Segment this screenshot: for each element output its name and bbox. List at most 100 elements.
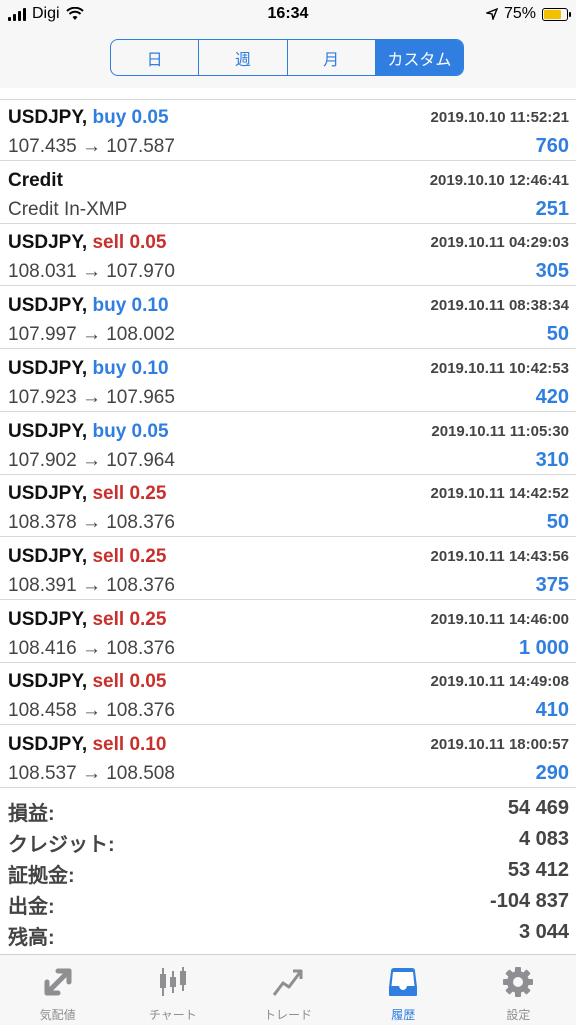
row-date: 2019.10.11 14:46:00 — [430, 610, 569, 628]
history-row[interactable]: USDJPY, sell 0.25 2019.10.11 14:46:00 108.… — [0, 601, 576, 663]
row-prices: 107.435 → 107.587 — [8, 136, 175, 157]
row-prices: 107.997 → 108.002 — [8, 324, 175, 346]
tab-bar: 気配値 チャート トレード 履歴 設定 — [0, 954, 576, 1025]
tab-trade[interactable]: トレード — [230, 955, 345, 1025]
history-row[interactable]: USDJPY, buy 0.10 2019.10.11 10:42:53 107.9… — [0, 350, 576, 412]
row-date: 2019.10.11 04:29:03 — [430, 234, 569, 252]
history-row[interactable]: Credit 2019.10.10 12:46:41 Credit In-XMP 25… — [0, 162, 576, 224]
gear-icon — [503, 967, 534, 997]
quotes-arrow-icon — [44, 968, 72, 996]
summary-value: -104 837 — [490, 890, 569, 912]
row-symbol: USDJPY, — [8, 232, 88, 254]
row-symbol: USDJPY, — [8, 295, 88, 317]
row-profit: 375 — [535, 573, 569, 596]
row-profit: 251 — [535, 197, 569, 220]
summary-withdrawal: 出金: -104 837 — [0, 887, 576, 918]
summary-value: 3 044 — [518, 921, 569, 943]
segment-day[interactable]: 日 — [111, 40, 200, 75]
summary-label: 損益: — [8, 803, 55, 825]
summary-value: 4 083 — [518, 828, 569, 850]
row-action: sell 0.25 — [92, 608, 167, 630]
row-date: 2019.10.11 18:00:57 — [430, 736, 569, 753]
row-prices: 108.378 → 108.376 — [8, 512, 175, 534]
row-date: 2019.10.10 12:46:41 — [429, 171, 569, 189]
row-prices: 108.416 → 108.376 — [8, 637, 175, 659]
row-prices: 108.537 → 108.508 — [8, 763, 175, 784]
battery-percent: 75% — [503, 5, 536, 22]
row-action: buy 0.05 — [92, 107, 169, 128]
row-symbol: USDJPY, — [8, 420, 88, 442]
tab-history[interactable]: 履歴 — [346, 955, 461, 1025]
history-row[interactable]: USDJPY, sell 0.25 2019.10.11 14:42:52 108.… — [0, 475, 576, 538]
row-profit: 310 — [535, 448, 569, 471]
row-title: USDJPY, sell 0.25 — [8, 609, 166, 631]
summary-label: 残高: — [8, 927, 55, 949]
row-prices: 107.902 → 107.964 — [8, 449, 175, 471]
row-profit: 1 000 — [518, 636, 569, 659]
row-action: buy 0.05 — [92, 420, 169, 442]
row-profit: 50 — [546, 323, 569, 346]
row-prices: 108.391 → 108.376 — [8, 574, 175, 596]
summary-label: 出金: — [8, 896, 55, 918]
row-date: 2019.10.11 14:43:56 — [430, 547, 569, 565]
tab-label: 設定 — [506, 1008, 531, 1022]
row-profit: 420 — [535, 385, 569, 408]
tab-settings[interactable]: 設定 — [461, 955, 576, 1025]
tab-label: 履歴 — [391, 1008, 416, 1022]
row-symbol: USDJPY, — [8, 357, 88, 379]
tab-chart[interactable]: チャート — [115, 955, 230, 1025]
row-symbol: USDJPY, — [8, 608, 88, 630]
row-symbol: USDJPY, — [8, 671, 88, 693]
row-date: 2019.10.11 11:05:30 — [431, 422, 569, 440]
row-prices: 107.923 → 107.965 — [8, 386, 175, 408]
row-title: USDJPY, buy 0.10 — [8, 358, 169, 380]
row-profit: 50 — [546, 511, 569, 534]
trade-line-icon — [272, 969, 303, 996]
row-prices: Credit In-XMP — [8, 198, 128, 220]
row-date: 2019.10.11 10:42:53 — [430, 359, 569, 377]
battery-icon — [542, 7, 571, 21]
history-tray-icon — [389, 968, 418, 996]
segment-month[interactable]: 月 — [288, 40, 376, 75]
history-row[interactable]: USDJPY, buy 0.05 2019.10.10 11:52:21 107.4… — [0, 99, 576, 161]
summary-deposit: 証拠金: 53 412 — [0, 856, 576, 887]
tab-label: チャート — [148, 1008, 197, 1022]
summary-profit: 損益: 54 469 — [0, 794, 576, 825]
row-action: sell 0.25 — [92, 483, 167, 505]
row-profit: 290 — [535, 762, 569, 784]
history-list[interactable]: USDJPY, buy 0.05 2019.10.10 11:52:21 107.4… — [0, 88, 576, 788]
segment-week[interactable]: 週 — [199, 40, 288, 75]
row-date: 2019.10.11 14:42:52 — [430, 485, 569, 503]
tab-label: 気配値 — [39, 1008, 76, 1022]
period-header: 日 週 月 カスタム — [0, 30, 576, 88]
row-profit: 760 — [535, 135, 569, 157]
row-title: USDJPY, buy 0.05 — [8, 107, 169, 129]
history-row[interactable]: USDJPY, sell 0.05 2019.10.11 14:49:08 108.… — [0, 663, 576, 726]
history-row[interactable]: USDJPY, buy 0.10 2019.10.11 08:38:34 107.9… — [0, 287, 576, 350]
row-symbol: USDJPY, — [8, 483, 88, 505]
summary-label: 証拠金: — [8, 865, 75, 887]
segment-custom[interactable]: カスタム — [375, 40, 463, 75]
history-row[interactable]: USDJPY, sell 0.10 2019.10.11 18:00:57 108.… — [0, 726, 576, 788]
row-action: sell 0.10 — [92, 734, 167, 755]
summary-credit: クレジット: 4 083 — [0, 825, 576, 856]
history-row[interactable]: USDJPY, buy 0.05 2019.10.11 11:05:30 107.9… — [0, 413, 576, 475]
summary-value: 53 412 — [507, 859, 569, 881]
row-title: USDJPY, sell 0.05 — [8, 671, 166, 693]
status-right: 75% — [485, 5, 571, 23]
row-action: buy 0.10 — [92, 295, 169, 317]
account-summary: 損益: 54 469 クレジット: 4 083 証拠金: 53 412 出金: … — [0, 794, 576, 950]
summary-value: 54 469 — [507, 797, 569, 819]
status-bar: Digi 16:34 75% — [0, 0, 576, 30]
history-row[interactable]: USDJPY, sell 0.25 2019.10.11 14:43:56 108.… — [0, 538, 576, 600]
row-title: USDJPY, sell 0.25 — [8, 546, 166, 568]
row-date: 2019.10.10 11:52:21 — [430, 109, 569, 126]
candlestick-chart-icon — [159, 967, 186, 996]
row-profit: 305 — [535, 260, 569, 283]
row-title: Credit — [8, 170, 63, 192]
row-profit: 410 — [535, 699, 569, 722]
row-date: 2019.10.11 14:49:08 — [430, 673, 569, 691]
history-row[interactable]: USDJPY, sell 0.05 2019.10.11 04:29:03 108.… — [0, 224, 576, 287]
tab-quotes[interactable]: 気配値 — [0, 955, 115, 1025]
row-prices: 108.458 → 108.376 — [8, 700, 175, 722]
